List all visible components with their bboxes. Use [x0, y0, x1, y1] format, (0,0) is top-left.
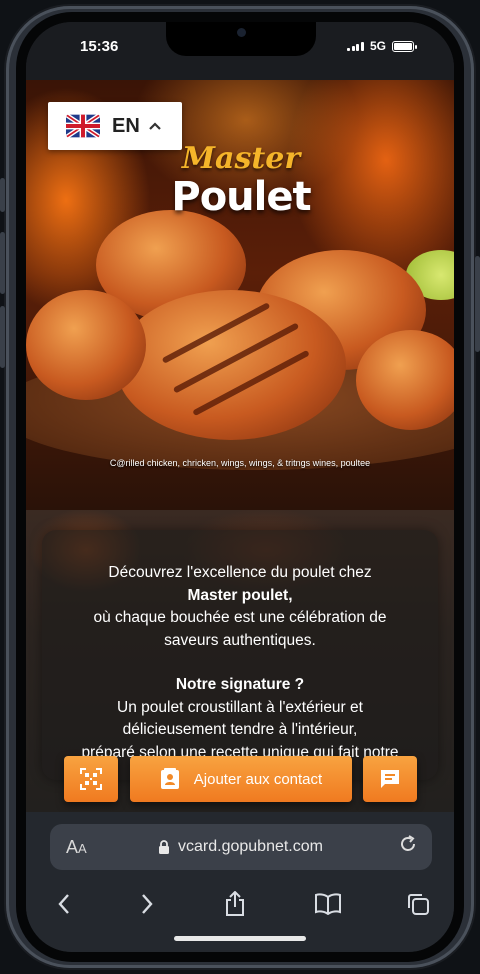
chat-icon [381, 770, 399, 788]
tabs-button[interactable] [398, 884, 438, 924]
hero-image: EN Master Poulet C@rilled chicken, chric… [26, 80, 454, 510]
reader-settings-button[interactable]: AA [66, 837, 87, 858]
network-label: 5G [369, 39, 386, 53]
chicken-piece [26, 290, 146, 400]
url-display[interactable]: vcard.gopubnet.com [158, 838, 323, 856]
book-icon [315, 893, 341, 915]
chevron-left-icon [58, 894, 69, 914]
camera-icon [237, 28, 246, 37]
battery-icon [392, 40, 417, 52]
chevron-up-icon [148, 118, 162, 134]
intro-line: saveurs authentiques. [164, 631, 316, 649]
share-icon [226, 891, 244, 916]
intro-brand: Master poulet, [187, 586, 293, 604]
hero-caption: C@rilled chicken, chricken, wings, wings… [109, 458, 371, 468]
language-code: EN [112, 114, 140, 137]
intro-card: Découvrez l'excellence du poulet chez Ma… [42, 530, 438, 780]
add-contact-button[interactable]: Ajouter aux contact [130, 756, 352, 802]
volume-up-button [0, 232, 5, 294]
volume-down-button [0, 306, 5, 368]
chevron-right-icon [142, 894, 153, 914]
browser-toolbar [26, 884, 454, 924]
message-button[interactable] [363, 756, 417, 802]
brand-logo: Master Poulet [166, 141, 316, 220]
intro-line: Un poulet croustillant à l'extérieur et [117, 698, 363, 716]
qr-code-icon [80, 768, 102, 790]
dynamic-island [166, 22, 316, 56]
bookmarks-button[interactable] [308, 884, 348, 924]
browser-chrome: AA vcard.gopubnet.com [26, 812, 454, 952]
intro-line: délicieusement tendre à l'intérieur, [122, 721, 358, 738]
brand-script-text: Master [181, 141, 301, 176]
home-indicator [174, 936, 306, 941]
back-button[interactable] [44, 884, 84, 924]
status-time: 15:36 [80, 38, 119, 55]
share-button[interactable] [215, 884, 255, 924]
signal-icon [347, 41, 364, 51]
reload-button[interactable] [398, 834, 418, 860]
lock-icon [159, 839, 169, 854]
qr-code-button[interactable] [64, 756, 118, 802]
address-bar[interactable]: AA vcard.gopubnet.com [50, 824, 432, 870]
intro-text: Découvrez l'excellence du poulet chez Ma… [42, 562, 438, 764]
intro-line: Découvrez l'excellence du poulet chez [108, 564, 372, 581]
intro-line: où chaque bouchée est une célébration de [93, 609, 387, 626]
brand-main-text: Poulet [171, 174, 311, 220]
forward-button[interactable] [127, 884, 167, 924]
reload-icon [401, 835, 415, 851]
status-bar: 15:36 5G [26, 22, 454, 80]
add-contact-label: Ajouter aux contact [193, 770, 323, 788]
mute-switch [0, 178, 5, 212]
language-selector[interactable]: EN [48, 102, 182, 150]
chicken-piece [116, 290, 346, 440]
action-bar: Ajouter aux contact [26, 756, 454, 806]
signature-heading: Notre signature ? [175, 676, 305, 693]
contact-card-icon [160, 768, 179, 789]
screen: 15:36 5G EN Master Poulet C@rilled chick… [26, 22, 454, 952]
status-indicators: 5G [347, 39, 417, 53]
url-text: vcard.gopubnet.com [178, 838, 323, 855]
uk-flag-icon [66, 114, 100, 138]
power-button [475, 256, 480, 352]
tabs-icon [408, 894, 429, 915]
